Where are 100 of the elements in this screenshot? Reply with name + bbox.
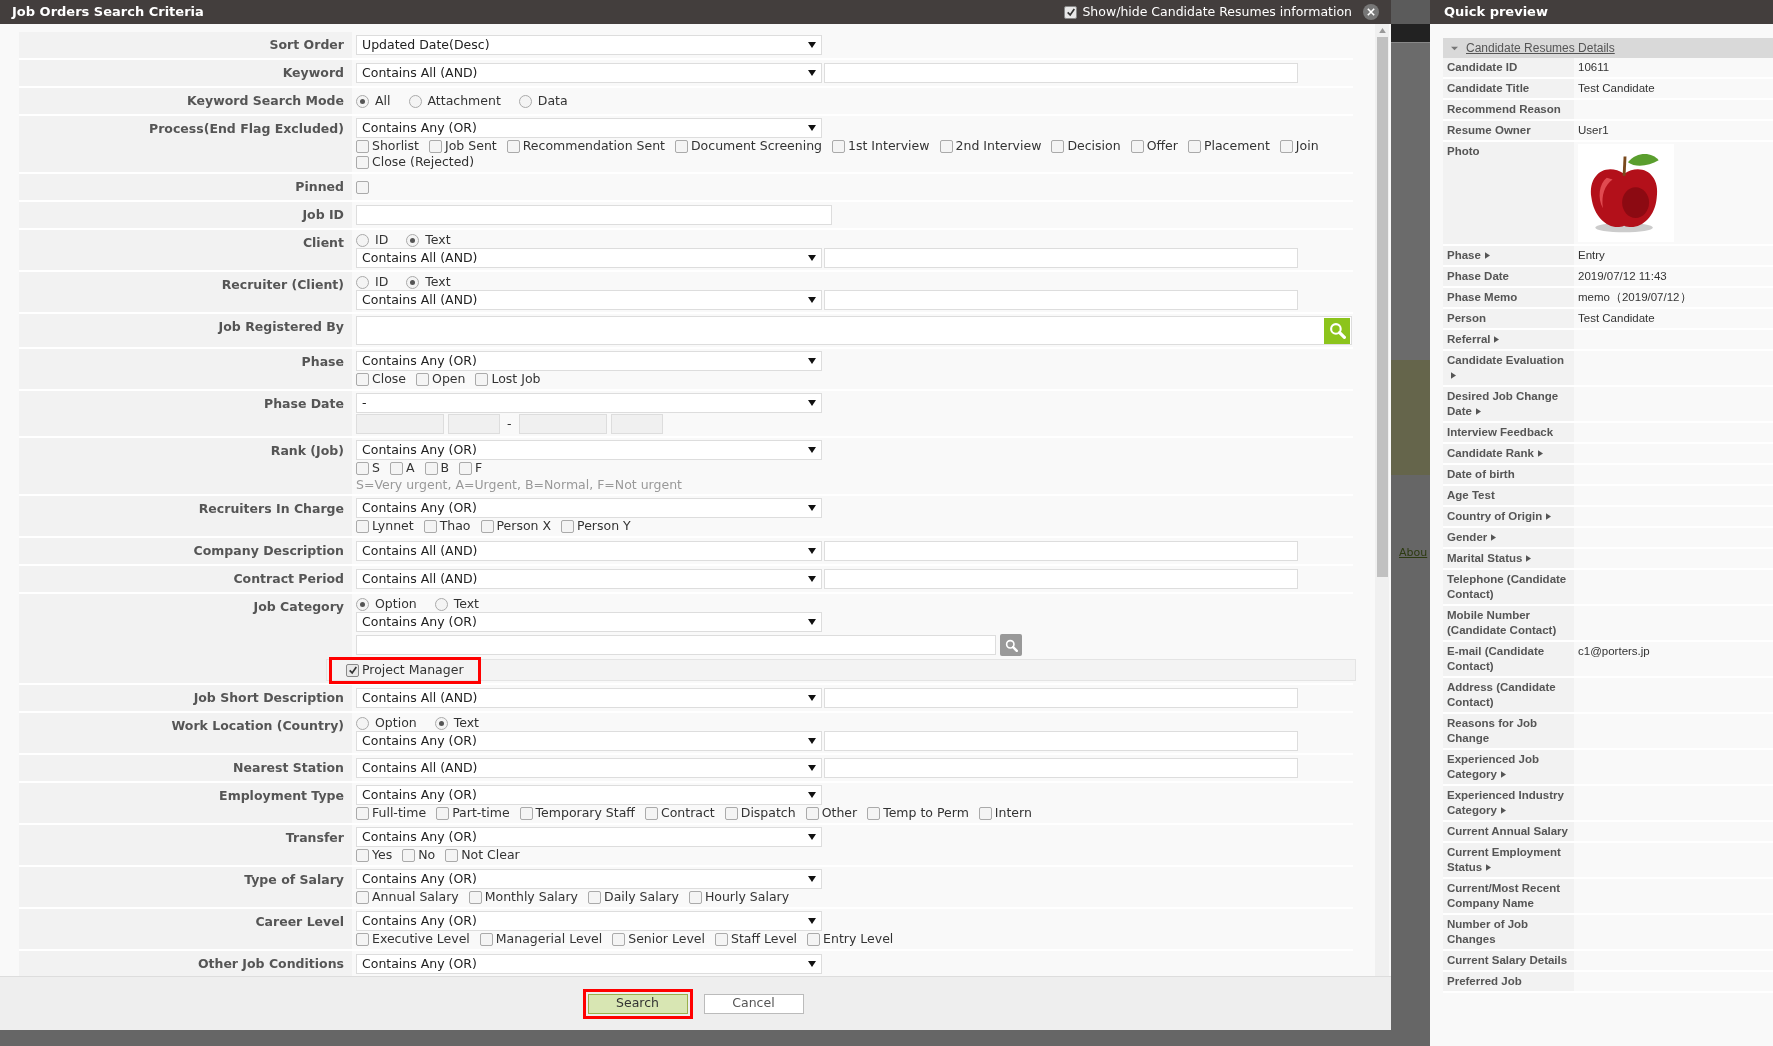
checkbox[interactable] <box>356 372 369 386</box>
checkbox[interactable] <box>356 180 369 194</box>
dropdown[interactable]: Contains All (AND) <box>356 63 822 83</box>
checkbox[interactable] <box>468 890 482 904</box>
dropdown[interactable]: Contains Any (OR) <box>356 440 822 460</box>
checkbox[interactable] <box>519 806 533 820</box>
checkbox[interactable] <box>939 139 953 153</box>
radio-button[interactable] <box>356 94 369 108</box>
radio-button[interactable] <box>356 597 369 611</box>
checkbox[interactable] <box>480 519 494 533</box>
checkbox[interactable] <box>356 890 369 904</box>
checkbox[interactable] <box>807 932 821 946</box>
checkbox[interactable] <box>1279 139 1293 153</box>
checkbox[interactable] <box>356 139 369 153</box>
dropdown[interactable]: Contains All (AND) <box>356 541 822 561</box>
checkbox[interactable] <box>356 932 369 946</box>
checkbox[interactable] <box>424 461 438 475</box>
checkbox[interactable] <box>506 139 520 153</box>
checkbox[interactable] <box>612 932 626 946</box>
input-field[interactable] <box>824 290 1298 310</box>
dropdown[interactable]: Updated Date(Desc) <box>356 35 822 55</box>
checkbox[interactable] <box>389 461 403 475</box>
scroll-thumb[interactable] <box>1376 37 1388 577</box>
checkbox[interactable] <box>978 806 992 820</box>
checkbox[interactable] <box>356 461 369 475</box>
radio-button[interactable] <box>518 94 532 108</box>
lookup-field[interactable] <box>356 316 1352 345</box>
checkbox[interactable] <box>445 848 459 862</box>
checkbox[interactable] <box>805 806 819 820</box>
dropdown[interactable]: - <box>356 393 822 413</box>
time-field[interactable] <box>448 414 500 434</box>
checkbox[interactable] <box>436 806 450 820</box>
radio-button[interactable] <box>406 233 420 247</box>
dialog-button[interactable]: Search <box>582 988 693 1019</box>
dropdown[interactable]: Contains All (AND) <box>356 688 822 708</box>
dropdown[interactable]: Contains All (AND) <box>356 290 822 310</box>
radio-button[interactable] <box>434 716 448 730</box>
dropdown[interactable]: Contains All (AND) <box>356 569 822 589</box>
checkbox[interactable] <box>356 806 369 820</box>
section-header[interactable]: Candidate Resumes Details <box>1443 38 1773 58</box>
radio-button[interactable] <box>356 716 369 730</box>
input-field[interactable] <box>824 688 1298 708</box>
checkbox[interactable] <box>429 139 442 153</box>
checkbox[interactable] <box>675 139 688 153</box>
checkbox[interactable] <box>423 519 437 533</box>
dropdown[interactable]: Contains Any (OR) <box>356 911 822 931</box>
category-tag[interactable]: Project Manager <box>329 656 481 684</box>
time-field[interactable] <box>610 414 663 434</box>
date-field[interactable] <box>356 414 444 434</box>
toggle-label[interactable]: Show/hide Candidate Resumes information <box>1082 2 1352 22</box>
section-title[interactable]: Candidate Resumes Details <box>1466 39 1615 57</box>
dropdown[interactable]: Contains Any (OR) <box>356 954 822 974</box>
input-field[interactable] <box>824 731 1298 751</box>
input-field[interactable] <box>824 758 1298 778</box>
checkbox[interactable] <box>356 519 369 533</box>
search-button[interactable] <box>1324 317 1350 344</box>
checkbox[interactable] <box>715 932 728 946</box>
checkbox[interactable] <box>588 890 601 904</box>
dropdown[interactable]: Contains Any (OR) <box>356 351 822 371</box>
checkbox[interactable] <box>724 806 738 820</box>
checkbox[interactable] <box>416 372 430 386</box>
dropdown[interactable]: Contains Any (OR) <box>356 612 822 632</box>
search-button[interactable] <box>1000 634 1022 656</box>
dropdown[interactable]: Contains Any (OR) <box>356 498 822 518</box>
dropdown[interactable]: Contains Any (OR) <box>356 869 822 889</box>
checkbox[interactable] <box>644 806 658 820</box>
radio-button[interactable] <box>408 94 422 108</box>
radio-button[interactable] <box>406 275 420 289</box>
radio-button[interactable] <box>356 275 369 289</box>
input-field[interactable] <box>824 541 1298 561</box>
checkbox[interactable] <box>1130 139 1144 153</box>
checkbox[interactable] <box>832 139 846 153</box>
date-field[interactable] <box>518 414 607 434</box>
dropdown[interactable]: Contains Any (OR) <box>356 827 822 847</box>
dropdown[interactable]: Contains All (AND) <box>356 248 822 268</box>
close-button[interactable] <box>1363 4 1379 20</box>
input-field[interactable] <box>824 569 1298 589</box>
checkbox[interactable] <box>356 848 369 862</box>
input-field[interactable] <box>824 248 1298 268</box>
radio-button[interactable] <box>356 233 369 247</box>
input-field[interactable] <box>356 205 832 225</box>
checkbox[interactable] <box>561 519 575 533</box>
dropdown[interactable]: Contains Any (OR) <box>356 731 822 751</box>
checkbox[interactable] <box>1051 139 1065 153</box>
checkbox[interactable] <box>459 461 473 475</box>
input-field[interactable] <box>356 635 996 655</box>
scrollbar[interactable] <box>1375 24 1389 976</box>
dropdown[interactable]: Contains Any (OR) <box>356 785 822 805</box>
checkbox[interactable] <box>1187 139 1201 153</box>
dropdown[interactable]: Contains All (AND) <box>356 758 822 778</box>
checkbox[interactable] <box>479 932 493 946</box>
checkbox[interactable] <box>346 663 359 677</box>
input-field[interactable] <box>824 63 1298 83</box>
dropdown[interactable]: Contains Any (OR) <box>356 118 822 138</box>
checkbox[interactable] <box>1064 5 1078 19</box>
checkbox[interactable] <box>402 848 416 862</box>
checkbox[interactable] <box>688 890 702 904</box>
checkbox[interactable] <box>867 806 881 820</box>
checkbox[interactable] <box>356 155 369 169</box>
radio-button[interactable] <box>434 597 448 611</box>
